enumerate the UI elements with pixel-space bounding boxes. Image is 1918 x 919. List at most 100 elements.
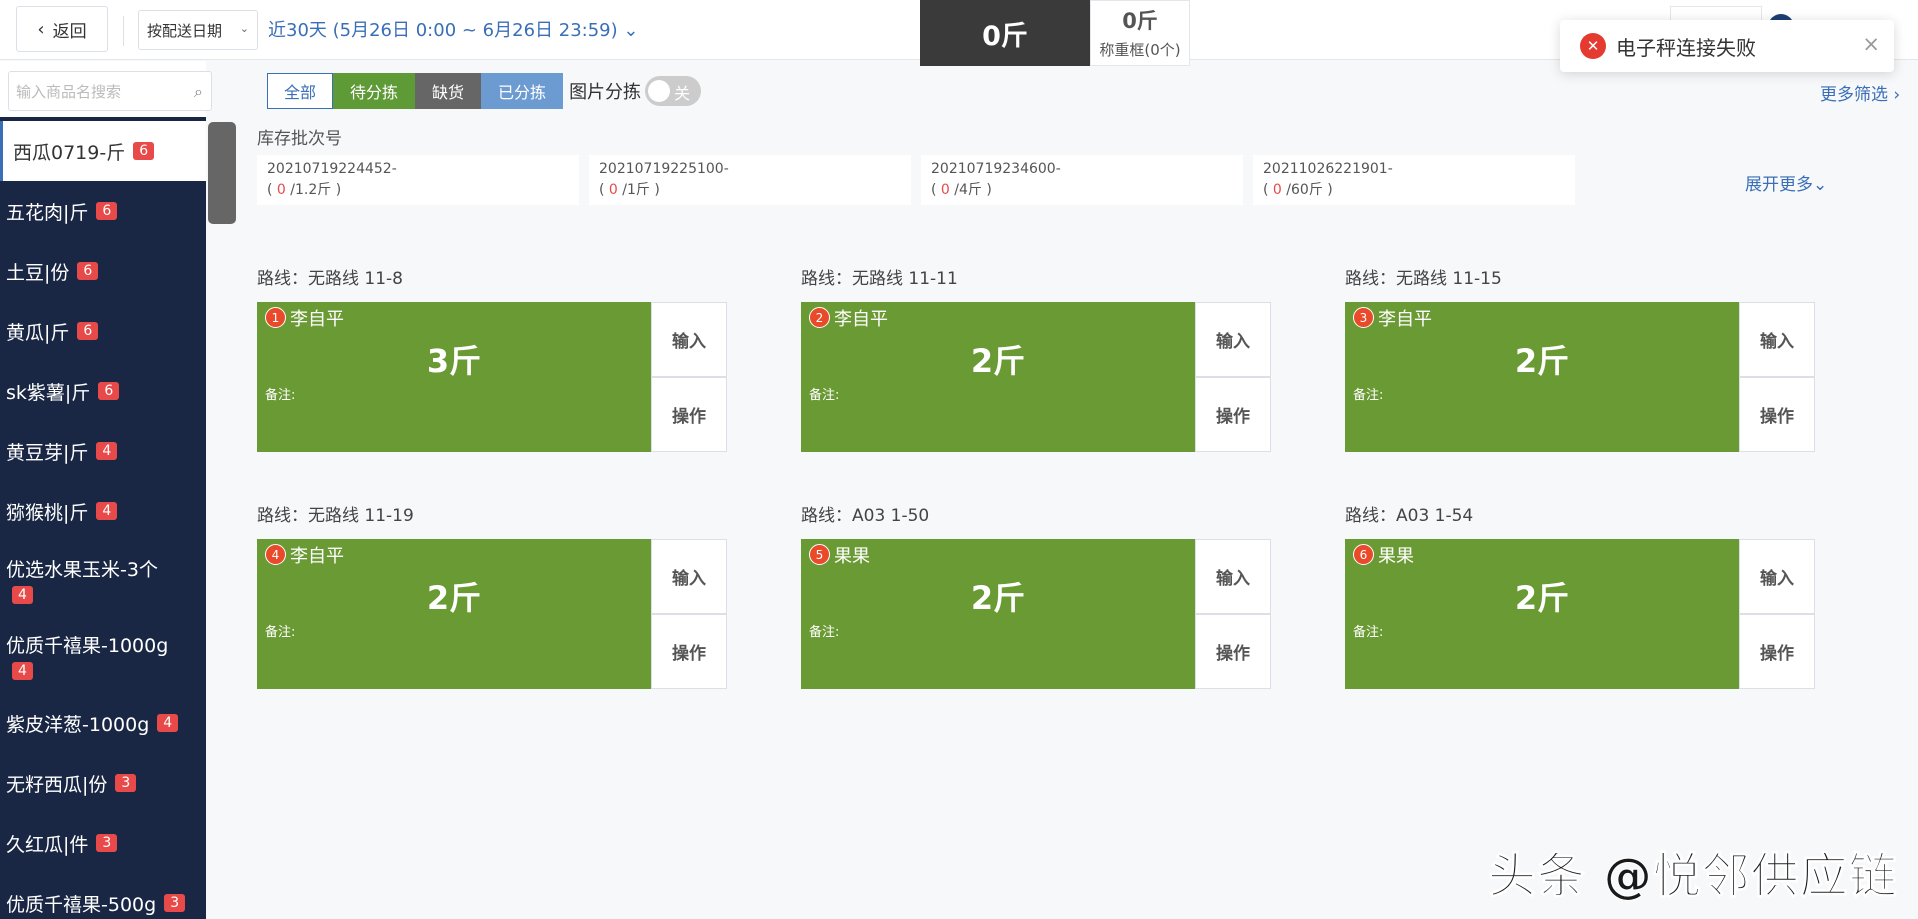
- input-button[interactable]: 输入: [651, 302, 727, 377]
- tare-display[interactable]: 0斤 称重框(0个): [1090, 0, 1190, 66]
- list-item[interactable]: 久红瓜|件 3: [0, 813, 206, 873]
- input-button[interactable]: 输入: [651, 539, 727, 614]
- more-filters-link[interactable]: 更多筛选 ›: [1820, 80, 1900, 105]
- list-item[interactable]: 黄瓜|斤 6: [0, 301, 206, 361]
- task-body[interactable]: 6 果果 2斤 备注:: [1345, 539, 1739, 689]
- task-weight: 2斤: [1514, 579, 1570, 617]
- pic-sort-label: 图片分拣: [569, 82, 642, 103]
- task-number: 3: [1353, 307, 1374, 328]
- chevron-down-icon: ⌄: [239, 22, 249, 35]
- batch-card[interactable]: 20210719225100- ( 0 /1斤 ): [589, 155, 911, 205]
- list-item[interactable]: 优质千禧果-500g 3: [0, 873, 206, 919]
- operate-button[interactable]: 操作: [651, 614, 727, 689]
- batch-card[interactable]: 20211026221901- ( 0 /60斤 ): [1253, 155, 1575, 205]
- task-number: 2: [809, 307, 830, 328]
- search-icon[interactable]: ⌕: [194, 82, 203, 102]
- date-range-picker[interactable]: 近30天 (5月26日 0:00 ~ 6月26日 23:59) ⌄: [268, 16, 638, 42]
- pic-sort-toggle[interactable]: 关: [645, 76, 702, 106]
- product-name: 黄豆芽|斤: [6, 441, 89, 464]
- list-item[interactable]: sk紫薯|斤 6: [0, 361, 206, 421]
- task-body[interactable]: 1 李自平 3斤 备注:: [257, 302, 651, 452]
- task-note: 备注:: [265, 625, 296, 640]
- date-range-value: 近30天 (5月26日 0:00 ~ 6月26日 23:59): [268, 20, 618, 41]
- task-body[interactable]: 2 李自平 2斤 备注:: [801, 302, 1195, 452]
- route-label: 路线：无路线 11-8: [257, 269, 403, 289]
- task-weight: 2斤: [426, 579, 482, 617]
- route-label: 路线：无路线 11-15: [1345, 269, 1502, 289]
- batch-total: /1斤 ): [622, 182, 660, 198]
- batch-used: 0: [940, 182, 950, 198]
- expand-more-link[interactable]: 展开更多⌄: [1745, 170, 1827, 195]
- date-type-select[interactable]: 按配送日期 ⌄: [138, 10, 258, 50]
- expand-label: 展开更多: [1745, 175, 1813, 195]
- sort-task-card: 路线：无路线 11-11 2 李自平 2斤 备注: 输入 操作: [801, 264, 1271, 452]
- task-body[interactable]: 5 果果 2斤 备注:: [801, 539, 1195, 689]
- search-placeholder: 输入商品名搜索: [16, 82, 122, 101]
- list-item[interactable]: 西瓜0719-斤 6: [0, 121, 206, 181]
- filter-waiting-button[interactable]: 待分拣: [333, 73, 416, 109]
- product-name: 久红瓜|件: [6, 833, 89, 856]
- input-button[interactable]: 输入: [1195, 302, 1271, 377]
- close-icon[interactable]: ×: [1862, 32, 1880, 56]
- more-filters-label: 更多筛选: [1820, 85, 1888, 105]
- list-item[interactable]: 黄豆芽|斤 4: [0, 421, 206, 481]
- current-weight: 0斤: [982, 20, 1028, 52]
- batch-qty: ( 0 /60斤 ): [1263, 182, 1333, 198]
- sort-task-card: 路线：无路线 11-8 1 李自平 3斤 备注: 输入 操作: [257, 264, 727, 452]
- input-button[interactable]: 输入: [1739, 302, 1815, 377]
- task-number: 5: [809, 544, 830, 565]
- tare-label: 称重框(0个): [1099, 41, 1181, 59]
- task-body[interactable]: 4 李自平 2斤 备注:: [257, 539, 651, 689]
- batch-id: 20210719234600-: [931, 161, 1061, 177]
- product-name: 优质千禧果-1000g: [6, 634, 169, 657]
- task-body[interactable]: 3 李自平 2斤 备注:: [1345, 302, 1739, 452]
- filter-sorted-button[interactable]: 已分拣: [481, 73, 564, 109]
- back-label: 返回: [52, 21, 87, 42]
- customer-name: 李自平: [290, 309, 344, 330]
- input-button[interactable]: 输入: [1739, 539, 1815, 614]
- operate-button[interactable]: 操作: [651, 377, 727, 452]
- route-label: 路线：无路线 11-19: [257, 506, 414, 526]
- operate-button[interactable]: 操作: [1195, 614, 1271, 689]
- batch-card[interactable]: 20210719234600- ( 0 /4斤 ): [921, 155, 1243, 205]
- batch-list: 20210719224452- ( 0 /1.2斤 ) 2021071922510…: [257, 155, 1585, 205]
- task-weight: 2斤: [970, 579, 1026, 617]
- operate-button[interactable]: 操作: [1739, 377, 1815, 452]
- task-weight: 2斤: [1514, 342, 1570, 380]
- input-button[interactable]: 输入: [1195, 539, 1271, 614]
- operate-button[interactable]: 操作: [1739, 614, 1815, 689]
- customer-name: 李自平: [290, 546, 344, 567]
- list-item[interactable]: 猕猴桃|斤 4: [0, 481, 206, 541]
- list-item[interactable]: 五花肉|斤 6: [0, 181, 206, 241]
- list-item[interactable]: 无籽西瓜|份 3: [0, 753, 206, 813]
- count-badge: 4: [157, 714, 179, 732]
- product-name: 土豆|份: [6, 261, 70, 284]
- list-item[interactable]: 优选水果玉米-3个 4: [0, 541, 206, 617]
- error-icon: ✕: [1580, 33, 1606, 59]
- current-weight-display: 0斤: [920, 0, 1090, 66]
- search-input[interactable]: 输入商品名搜索 ⌕: [8, 71, 212, 111]
- sort-task-card: 路线：无路线 11-15 3 李自平 2斤 备注: 输入 操作: [1345, 264, 1815, 452]
- task-number: 6: [1353, 544, 1374, 565]
- task-note: 备注:: [265, 388, 296, 403]
- sort-task-card: 路线：A03 1-54 6 果果 2斤 备注: 输入 操作: [1345, 501, 1815, 689]
- toast-message: 电子秤连接失败: [1616, 35, 1756, 60]
- list-item[interactable]: 紫皮洋葱-1000g 4: [0, 693, 206, 753]
- task-weight: 2斤: [970, 342, 1026, 380]
- sort-task-card: 路线：A03 1-50 5 果果 2斤 备注: 输入 操作: [801, 501, 1271, 689]
- list-item[interactable]: 优质千禧果-1000g 4: [0, 617, 206, 693]
- operate-button[interactable]: 操作: [1195, 377, 1271, 452]
- chevron-left-icon: ‹: [37, 18, 45, 40]
- sidebar-scrollbar[interactable]: [208, 122, 236, 224]
- filter-shortage-button[interactable]: 缺货: [415, 73, 482, 109]
- batch-card[interactable]: 20210719224452- ( 0 /1.2斤 ): [257, 155, 579, 205]
- product-list: 西瓜0719-斤 6 五花肉|斤 6 土豆|份 6 黄瓜|斤 6 sk紫薯|斤 6 黄豆芽…: [0, 121, 206, 919]
- list-item[interactable]: 土豆|份 6: [0, 241, 206, 301]
- filter-all-button[interactable]: 全部: [267, 73, 334, 109]
- count-badge: 6: [77, 322, 99, 340]
- batch-id: 20210719224452-: [267, 161, 397, 177]
- product-name: sk紫薯|斤: [6, 381, 91, 404]
- chevron-right-icon: ›: [1893, 85, 1901, 105]
- product-name: 优质千禧果-500g: [6, 893, 157, 916]
- back-button[interactable]: ‹ 返回: [16, 6, 108, 52]
